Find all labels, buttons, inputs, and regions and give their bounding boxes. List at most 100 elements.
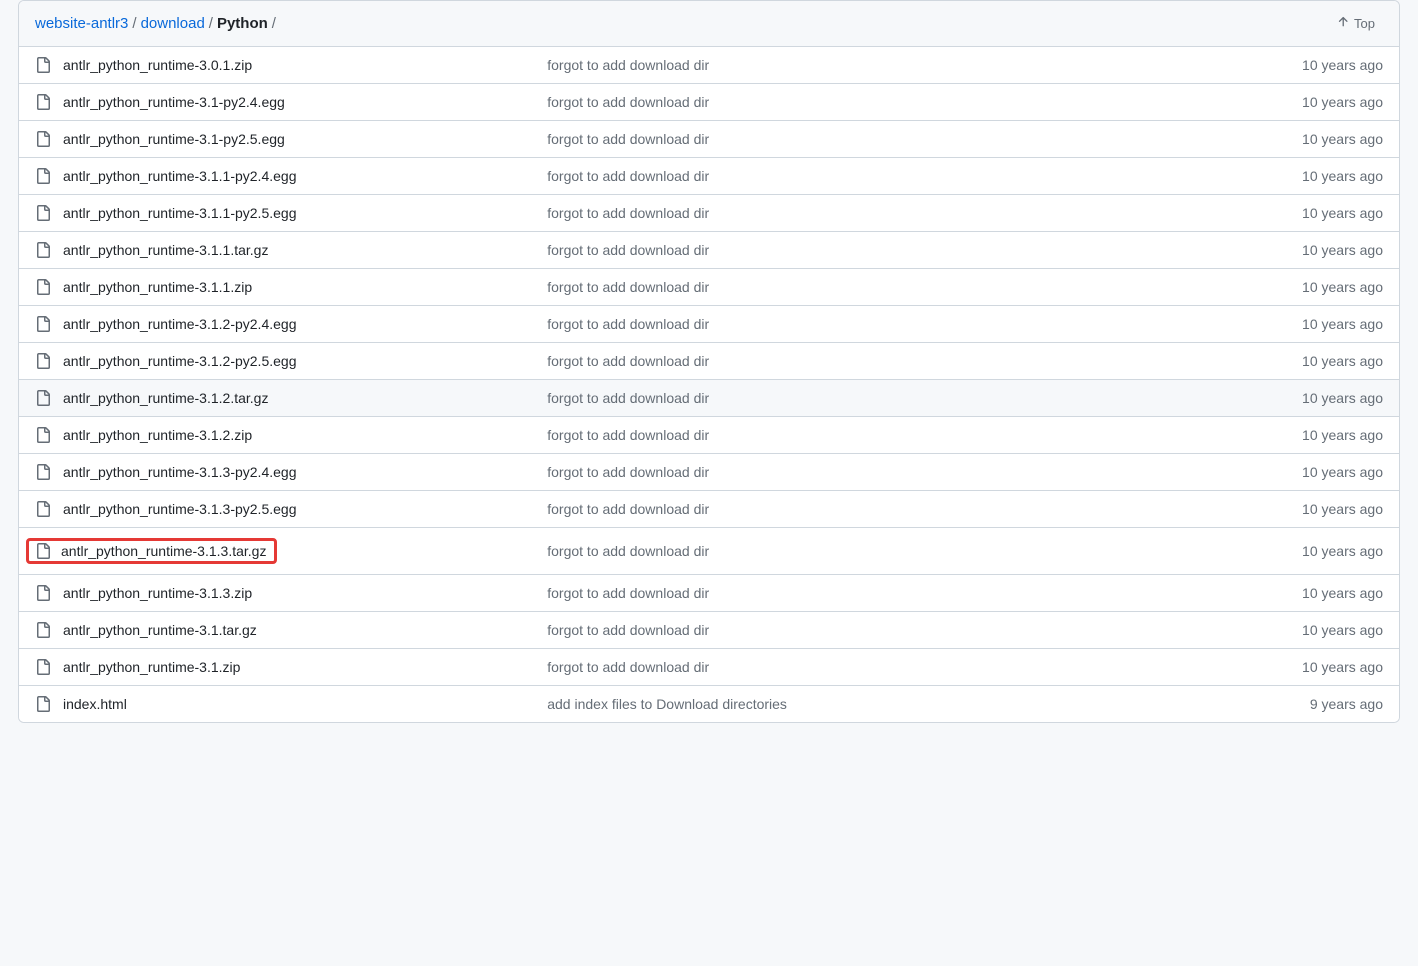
file-name-cell: antlr_python_runtime-3.1-py2.4.egg	[35, 94, 547, 110]
commit-message-link[interactable]: forgot to add download dir	[547, 501, 709, 517]
commit-message-cell: forgot to add download dir	[547, 316, 1302, 332]
table-row: antlr_python_runtime-3.1-py2.4.egg forgot…	[19, 84, 1399, 121]
table-row: antlr_python_runtime-3.1.1.zip forgot to …	[19, 269, 1399, 306]
commit-message-cell: forgot to add download dir	[547, 464, 1302, 480]
file-name-cell: antlr_python_runtime-3.1.zip	[35, 659, 547, 675]
table-row: antlr_python_runtime-3.1.2.tar.gz forgot …	[19, 380, 1399, 417]
commit-message-link[interactable]: forgot to add download dir	[547, 390, 709, 406]
file-link[interactable]: antlr_python_runtime-3.1.2-py2.4.egg	[63, 316, 296, 332]
table-row: antlr_python_runtime-3.1.zip forgot to ad…	[19, 649, 1399, 686]
file-name-cell: antlr_python_runtime-3.0.1.zip	[35, 57, 547, 73]
file-link[interactable]: index.html	[63, 696, 127, 712]
breadcrumb-folder-link[interactable]: download	[141, 15, 205, 32]
file-name-cell: antlr_python_runtime-3.1.2.tar.gz	[35, 390, 547, 406]
breadcrumb-separator: /	[132, 15, 136, 32]
file-link[interactable]: antlr_python_runtime-3.1.3-py2.4.egg	[63, 464, 296, 480]
commit-message-cell: forgot to add download dir	[547, 168, 1302, 184]
file-link[interactable]: antlr_python_runtime-3.1.2.tar.gz	[63, 390, 268, 406]
highlighted-file: antlr_python_runtime-3.1.3.tar.gz	[26, 538, 277, 564]
commit-message-link[interactable]: forgot to add download dir	[547, 94, 709, 110]
file-link[interactable]: antlr_python_runtime-3.1.zip	[63, 659, 240, 675]
time-ago-cell: 10 years ago	[1302, 242, 1383, 258]
commit-message-cell: forgot to add download dir	[547, 279, 1302, 295]
file-icon	[35, 622, 51, 638]
commit-message-link[interactable]: forgot to add download dir	[547, 205, 709, 221]
time-ago-cell: 10 years ago	[1302, 659, 1383, 675]
go-to-top-button[interactable]: Top	[1328, 11, 1383, 36]
file-icon	[35, 353, 51, 369]
file-link[interactable]: antlr_python_runtime-3.1.1-py2.5.egg	[63, 205, 296, 221]
file-icon	[35, 168, 51, 184]
file-icon	[35, 279, 51, 295]
commit-message-cell: forgot to add download dir	[547, 94, 1302, 110]
commit-message-cell: forgot to add download dir	[547, 659, 1302, 675]
commit-message-link[interactable]: forgot to add download dir	[547, 585, 709, 601]
file-link[interactable]: antlr_python_runtime-3.1-py2.5.egg	[63, 131, 285, 147]
commit-message-link[interactable]: forgot to add download dir	[547, 168, 709, 184]
commit-message-cell: add index files to Download directories	[547, 696, 1310, 712]
file-name-cell: antlr_python_runtime-3.1.tar.gz	[35, 622, 547, 638]
commit-message-link[interactable]: forgot to add download dir	[547, 279, 709, 295]
file-link[interactable]: antlr_python_runtime-3.1.3.zip	[63, 585, 252, 601]
file-link[interactable]: antlr_python_runtime-3.1-py2.4.egg	[63, 94, 285, 110]
file-name-cell: antlr_python_runtime-3.1.3-py2.4.egg	[35, 464, 547, 480]
breadcrumb-root-link[interactable]: website-antlr3	[35, 15, 128, 32]
breadcrumb-separator: /	[209, 15, 213, 32]
time-ago-cell: 10 years ago	[1302, 279, 1383, 295]
commit-message-link[interactable]: forgot to add download dir	[547, 353, 709, 369]
commit-message-cell: forgot to add download dir	[547, 353, 1302, 369]
file-icon	[35, 242, 51, 258]
file-link[interactable]: antlr_python_runtime-3.1.3.tar.gz	[61, 543, 266, 559]
file-link[interactable]: antlr_python_runtime-3.1.2-py2.5.egg	[63, 353, 296, 369]
commit-message-link[interactable]: forgot to add download dir	[547, 242, 709, 258]
file-name-cell: antlr_python_runtime-3.1.1.zip	[35, 279, 547, 295]
file-link[interactable]: antlr_python_runtime-3.1.1.zip	[63, 279, 252, 295]
commit-message-cell: forgot to add download dir	[547, 622, 1302, 638]
file-link[interactable]: antlr_python_runtime-3.0.1.zip	[63, 57, 252, 73]
header-row: website-antlr3 / download / Python / Top	[19, 1, 1399, 47]
file-list: antlr_python_runtime-3.0.1.zipforgot to …	[19, 47, 1399, 722]
file-icon	[35, 585, 51, 601]
file-link[interactable]: antlr_python_runtime-3.1.2.zip	[63, 427, 252, 443]
commit-message-link[interactable]: forgot to add download dir	[547, 464, 709, 480]
time-ago-cell: 10 years ago	[1302, 585, 1383, 601]
table-row: antlr_python_runtime-3.1.1.tar.gz forgot …	[19, 232, 1399, 269]
commit-message-link[interactable]: forgot to add download dir	[547, 622, 709, 638]
file-icon	[35, 464, 51, 480]
commit-message-cell: forgot to add download dir	[547, 427, 1302, 443]
commit-message-link[interactable]: forgot to add download dir	[547, 316, 709, 332]
time-ago-cell: 10 years ago	[1302, 57, 1383, 73]
table-row: antlr_python_runtime-3.1.3-py2.5.egg forg…	[19, 491, 1399, 528]
file-icon	[35, 427, 51, 443]
time-ago-cell: 10 years ago	[1302, 501, 1383, 517]
table-row: antlr_python_runtime-3.1.1-py2.5.egg forg…	[19, 195, 1399, 232]
commit-message-cell: forgot to add download dir	[547, 242, 1302, 258]
commit-message-link[interactable]: forgot to add download dir	[547, 659, 709, 675]
table-row: antlr_python_runtime-3.1.1-py2.4.egg forg…	[19, 158, 1399, 195]
table-row: index.html add index files to Download di…	[19, 686, 1399, 722]
file-name-cell: antlr_python_runtime-3.1-py2.5.egg	[35, 131, 547, 147]
commit-message-link[interactable]: forgot to add download dir	[547, 131, 709, 147]
commit-message-link[interactable]: forgot to add download dir	[547, 427, 709, 443]
file-icon	[35, 57, 51, 73]
commit-message-cell: forgot to add download dir	[547, 57, 1302, 73]
commit-message-link[interactable]: add index files to Download directories	[547, 696, 787, 712]
time-ago-cell: 10 years ago	[1302, 316, 1383, 332]
time-ago-cell: 10 years ago	[1302, 131, 1383, 147]
file-browser-container: website-antlr3 / download / Python / Top…	[18, 0, 1400, 723]
file-link[interactable]: antlr_python_runtime-3.1.1.tar.gz	[63, 242, 268, 258]
file-link[interactable]: antlr_python_runtime-3.1.3-py2.5.egg	[63, 501, 296, 517]
commit-message-cell: forgot to add download dir	[547, 501, 1302, 517]
file-icon	[35, 390, 51, 406]
commit-message-link[interactable]: forgot to add download dir	[547, 57, 709, 73]
time-ago-cell: 10 years ago	[1302, 543, 1383, 559]
table-row: antlr_python_runtime-3.1.tar.gz forgot to…	[19, 612, 1399, 649]
file-link[interactable]: antlr_python_runtime-3.1.tar.gz	[63, 622, 257, 638]
file-icon	[35, 501, 51, 517]
file-name-cell: antlr_python_runtime-3.1.1.tar.gz	[35, 242, 547, 258]
file-link[interactable]: antlr_python_runtime-3.1.1-py2.4.egg	[63, 168, 296, 184]
arrow-up-icon	[1336, 15, 1350, 32]
time-ago-cell: 10 years ago	[1302, 622, 1383, 638]
file-icon	[35, 543, 51, 559]
commit-message-link[interactable]: forgot to add download dir	[547, 543, 709, 559]
